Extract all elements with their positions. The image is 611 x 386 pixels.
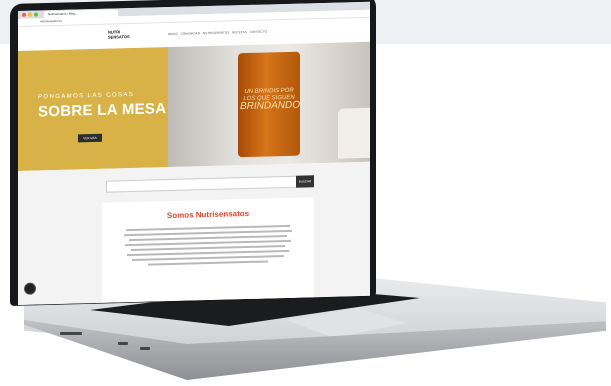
- search-button[interactable]: BUSCAR: [296, 175, 314, 188]
- nav-item-nutrisensatos[interactable]: NUTRISENSATOS: [203, 30, 230, 35]
- usb-port: [140, 347, 150, 350]
- hero-title: SOBRE LA MESA: [38, 100, 167, 121]
- content-section: BUSCAR Somos Nutrisensatos: [18, 161, 370, 305]
- hero-image: UN BRINDIS POR LOS QUE SIGUEN BRINDANDO: [168, 41, 370, 168]
- site-logo[interactable]: NUTRI SENSATOS: [108, 29, 132, 44]
- amber-glass-image: UN BRINDIS POR LOS QUE SIGUEN BRINDANDO: [238, 51, 301, 158]
- chat-bubble-icon[interactable]: [24, 282, 36, 295]
- hero-banner: PONGAMOS LAS COSAS SOBRE LA MESA VER MÁS…: [18, 41, 370, 171]
- main-navigation: INICIO COMUNIDAD NUTRISENSATOS RECETAS C…: [168, 29, 267, 36]
- nav-item-comunidad[interactable]: COMUNIDAD: [181, 31, 200, 36]
- glass-print: UN BRINDIS POR LOS QUE SIGUEN BRINDANDO: [240, 88, 301, 113]
- usb-port: [118, 342, 128, 345]
- nav-item-recetas[interactable]: RECETAS: [232, 30, 247, 34]
- napkin-image: [338, 107, 370, 159]
- minimize-window-dot[interactable]: [28, 12, 32, 17]
- close-window-dot[interactable]: [22, 12, 26, 17]
- hero-subtitle: PONGAMOS LAS COSAS: [38, 91, 135, 101]
- intro-card: Somos Nutrisensatos: [102, 197, 314, 303]
- hero-cta-button[interactable]: VER MÁS: [78, 133, 102, 143]
- intro-heading: Somos Nutrisensatos: [166, 208, 250, 221]
- laptop: Nutrisensatos | Blog... nutrisensatos.es…: [0, 0, 611, 386]
- nav-item-contacto[interactable]: CONTACTO: [250, 29, 267, 33]
- nav-item-inicio[interactable]: INICIO: [168, 32, 178, 36]
- card-slot: [60, 332, 82, 335]
- intro-paragraph: [122, 222, 294, 270]
- maximize-window-dot[interactable]: [34, 12, 38, 17]
- hero-text-panel: PONGAMOS LAS COSAS SOBRE LA MESA VER MÁS: [18, 47, 168, 171]
- glass-print-big: BRINDANDO: [240, 99, 301, 113]
- browser-window: Nutrisensatos | Blog... nutrisensatos.es…: [18, 1, 370, 305]
- search-input[interactable]: [106, 175, 298, 193]
